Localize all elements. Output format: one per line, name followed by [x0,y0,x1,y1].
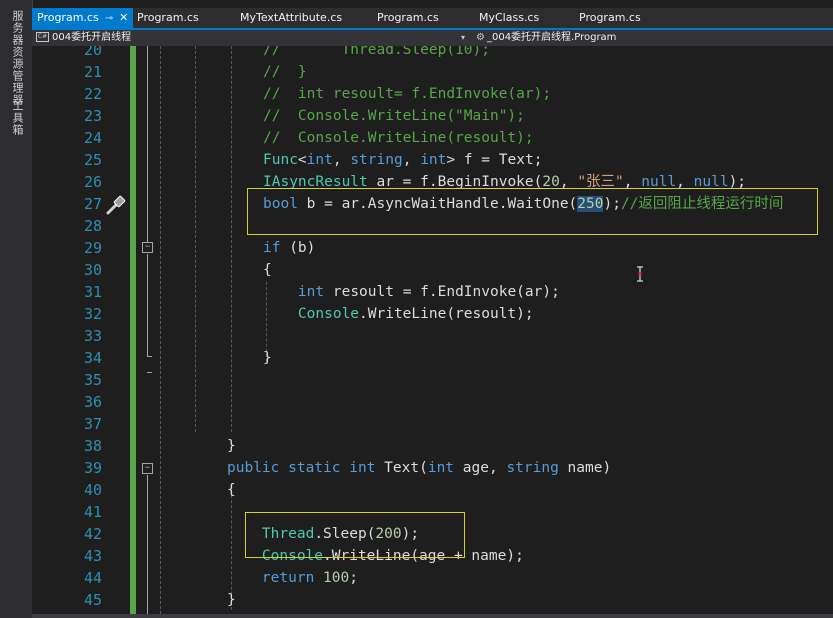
line-number: 40 [83,481,102,499]
code-line-45[interactable]: 45} [32,589,833,611]
line-number: 38 [83,437,102,455]
code-text[interactable]: return 100; [227,567,358,589]
line-number: 26 [83,173,102,191]
chevron-down-icon[interactable]: ▾ [461,30,465,46]
line-number: 35 [83,371,102,389]
csharp-project-icon: C# [36,32,49,42]
line-number: 22 [83,85,102,103]
code-text[interactable]: { [263,259,272,281]
class-icon: ⚙ [476,32,485,43]
line-number: 27 [83,195,102,213]
code-text[interactable]: if (b) [263,237,315,259]
paintbrush-icon[interactable] [104,194,126,216]
code-line-36[interactable]: 36 [32,391,833,413]
line-number: 34 [83,349,102,367]
horizontal-scrollbar[interactable] [32,614,833,618]
code-text[interactable]: } [227,435,236,457]
code-editor[interactable]: − − 20// Thread.Sleep(10); 21// } 22// int… [32,46,833,614]
code-line-25[interactable]: 25 Func<int, string, int> f = Text; [32,149,833,171]
code-line-34[interactable]: 34} [32,347,833,369]
code-line-29[interactable]: 29 if (b) [32,237,833,259]
tab-program-cs-4[interactable]: Program.cs [574,8,641,28]
line-number: 28 [83,217,102,235]
tab-label: Program.cs [37,11,99,24]
code-line-39[interactable]: 39 public static int Text(int age, string… [32,457,833,479]
tab-mytextattribute-cs[interactable]: MyTextAttribute.cs [235,8,342,28]
line-number: 33 [83,327,102,345]
code-text[interactable]: Func<int, string, int> f = Text; [263,149,542,171]
line-number: 25 [83,151,102,169]
code-line-38[interactable]: 38} [32,435,833,457]
project-name: 004委托开启线程 [52,32,132,43]
line-number: 41 [83,503,102,521]
code-line-23[interactable]: 23 // Console.WriteLine("Main"); [32,105,833,127]
line-number: 32 [83,305,102,323]
line-number: 42 [83,525,102,543]
code-line-20[interactable]: 20 // Thread.Sleep(10); [32,46,833,61]
line-number: 23 [83,107,102,125]
annotation-box-waitone [247,188,818,235]
class-name: _004委托开启线程.Program [486,32,617,43]
code-line-35[interactable]: 35 [32,369,833,391]
tab-label: Program.cs [377,11,439,24]
tab-label: MyTextAttribute.cs [240,11,343,24]
code-line-44[interactable]: 44 return 100; [32,567,833,589]
line-number: 43 [83,547,102,565]
line-number: 31 [83,283,102,301]
tab-myclass-cs[interactable]: MyClass.cs [474,8,539,28]
class-dropdown[interactable]: ⚙ _004委托开启线程.Program [476,30,616,46]
annotation-box-sleep [245,512,465,558]
line-number: 30 [83,261,102,279]
code-line-33[interactable]: 33 [32,325,833,347]
code-line-32[interactable]: 32 Console.WriteLine(resoult); [32,303,833,325]
code-text[interactable]: // Console.WriteLine("Main"); [263,105,525,127]
tab-label: MyClass.cs [479,11,540,24]
code-line-22[interactable]: 22 // int resoult= f.EndInvoke(ar); [32,83,833,105]
code-text[interactable]: // Console.WriteLine(resoult); [263,127,534,149]
code-line-21[interactable]: 21 // } [32,61,833,83]
line-number: 36 [83,393,102,411]
line-number: 44 [83,569,102,587]
server-explorer-tab[interactable]: 服务器资源管理器 [9,10,25,106]
tab-label: Program.cs [579,11,641,24]
line-number: 21 [83,63,102,81]
navigation-bar: C# 004委托开启线程 ▾ ⚙ _004委托开启线程.Program [32,30,833,47]
code-text[interactable]: } [227,589,236,611]
code-line-37[interactable]: 37 [32,413,833,435]
text-cursor-icon [637,266,643,282]
document-tab-bar: Program.cs ⊸ ✕ Program.cs MyTextAttribute.… [32,8,833,28]
line-number: 24 [83,129,102,147]
code-text[interactable]: } [263,347,272,369]
line-number: 39 [83,459,102,477]
side-tool-strip: 服务器资源管理器 工具箱 [0,0,33,618]
code-text[interactable]: { [227,479,236,501]
code-line-31[interactable]: 31 int resoult = f.EndInvoke(ar); [32,281,833,303]
line-number: 37 [83,415,102,433]
code-text[interactable]: // } [263,61,307,83]
tab-label: Program.cs [137,11,199,24]
tab-program-cs-2[interactable]: Program.cs [132,8,199,28]
line-number: 20 [83,46,102,59]
project-dropdown[interactable]: C# 004委托开启线程 ▾ [36,30,468,46]
code-line-24[interactable]: 24 // Console.WriteLine(resoult); [32,127,833,149]
code-text[interactable]: // Thread.Sleep(10); [263,46,490,61]
code-line-30[interactable]: 30 { [32,259,833,281]
line-number: 45 [83,591,102,609]
code-line-40[interactable]: 40 { [32,479,833,501]
close-icon[interactable]: ✕ [119,11,128,24]
toolbox-tab[interactable]: 工具箱 [9,100,25,136]
code-text[interactable]: // int resoult= f.EndInvoke(ar); [263,83,551,105]
code-text[interactable]: public static int Text(int age, string n… [227,457,611,479]
code-text[interactable]: Console.WriteLine(resoult); [263,303,534,325]
pin-icon[interactable]: ⊸ [105,13,113,24]
tab-program-cs-active[interactable]: Program.cs ⊸ ✕ [32,8,133,28]
line-number: 29 [83,239,102,257]
tab-program-cs-3[interactable]: Program.cs [372,8,439,28]
code-text[interactable]: int resoult = f.EndInvoke(ar); [263,281,560,303]
